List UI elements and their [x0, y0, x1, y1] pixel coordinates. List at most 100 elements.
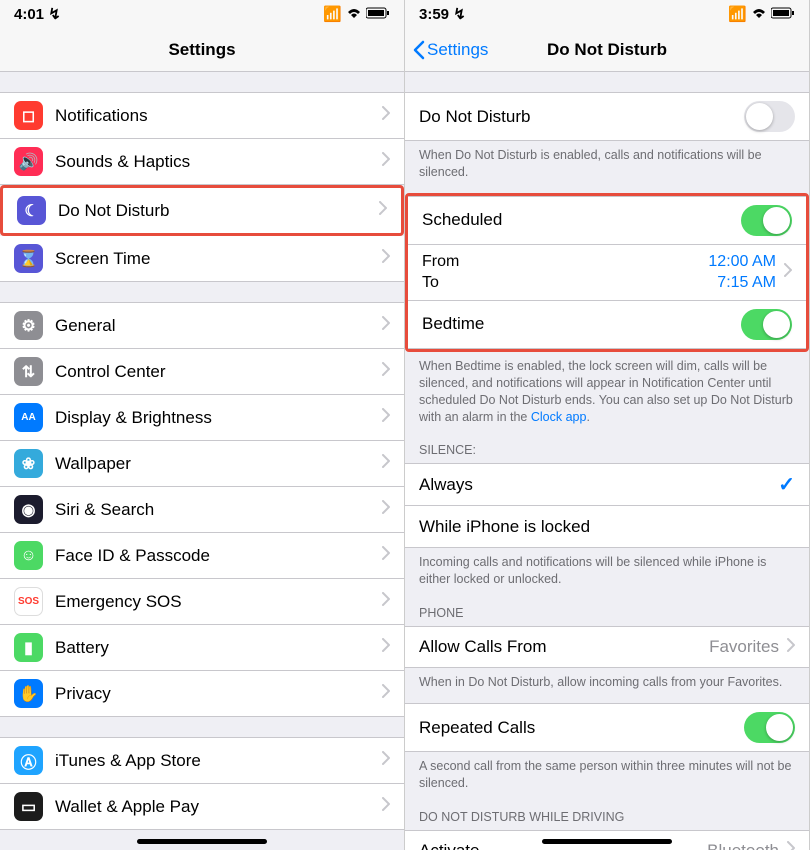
status-time: 4:01 ↯	[14, 5, 61, 23]
bedtime-footer: When Bedtime is enabled, the lock screen…	[405, 352, 809, 430]
settings-list[interactable]: ◻︎ Notifications 🔊Sounds & Haptics☾Do Not …	[0, 72, 404, 850]
page-title: Settings	[168, 40, 235, 60]
settings-row-notifications[interactable]: ◻︎ Notifications	[0, 92, 404, 139]
chevron-right-icon	[382, 454, 390, 473]
sos-icon: SOS	[14, 587, 43, 616]
repeated-footer: A second call from the same person withi…	[405, 752, 809, 796]
back-label: Settings	[427, 40, 488, 60]
home-indicator[interactable]	[542, 839, 672, 844]
chevron-right-icon	[382, 751, 390, 770]
settings-row-privacy[interactable]: ✋Privacy	[0, 671, 404, 717]
scheduled-label: Scheduled	[422, 210, 741, 230]
row-label: Face ID & Passcode	[55, 546, 382, 566]
to-label: To	[422, 272, 708, 294]
battery-icon: ▮	[14, 633, 43, 662]
navbar: Settings Do Not Disturb	[405, 28, 809, 72]
hourglass-icon: ⌛	[14, 244, 43, 273]
row-label: iTunes & App Store	[55, 751, 382, 771]
row-label: Wallet & Apple Pay	[55, 797, 382, 817]
notifications-icon: ◻︎	[14, 101, 43, 130]
phone-header: PHONE	[405, 592, 809, 626]
chevron-right-icon	[787, 638, 795, 657]
wifi-icon	[751, 6, 767, 23]
dnd-toggle[interactable]	[744, 101, 795, 132]
settings-row-do-not-disturb[interactable]: ☾Do Not Disturb	[0, 185, 404, 236]
from-value: 12:00 AM	[708, 251, 776, 273]
dnd-screen: 3:59 ↯ 📶 Settings Do Not Disturb Do Not …	[405, 0, 810, 850]
to-value: 7:15 AM	[708, 272, 776, 294]
faceid-icon: ☺︎	[14, 541, 43, 570]
silence-footer: Incoming calls and notifications will be…	[405, 548, 809, 592]
always-label: Always	[419, 475, 778, 495]
settings-row-siri-search[interactable]: ◉Siri & Search	[0, 487, 404, 533]
row-label: General	[55, 316, 382, 336]
status-indicators: 📶	[323, 5, 390, 23]
settings-row-sounds-haptics[interactable]: 🔊Sounds & Haptics	[0, 139, 404, 185]
settings-row-wallet-apple-pay[interactable]: ▭ Wallet & Apple Pay	[0, 784, 404, 830]
row-label: Emergency SOS	[55, 592, 382, 612]
schedule-time-row[interactable]: From To 12:00 AM 7:15 AM	[408, 245, 806, 301]
signal-icon: 📶	[728, 5, 747, 23]
settings-row-face-id-passcode[interactable]: ☺︎ Face ID & Passcode	[0, 533, 404, 579]
page-title: Do Not Disturb	[547, 40, 667, 60]
while-locked-label: While iPhone is locked	[419, 517, 795, 537]
settings-row-screen-time[interactable]: ⌛ Screen Time	[0, 236, 404, 282]
battery-icon	[366, 6, 390, 23]
silence-locked-row[interactable]: While iPhone is locked	[405, 506, 809, 548]
bedtime-row[interactable]: Bedtime	[408, 301, 806, 349]
row-label: Display & Brightness	[55, 408, 382, 428]
settings-row-wallpaper[interactable]: ❀ Wallpaper	[0, 441, 404, 487]
row-label: Notifications	[55, 106, 382, 126]
home-indicator[interactable]	[137, 839, 267, 844]
row-label: Do Not Disturb	[58, 201, 379, 221]
row-label: Battery	[55, 638, 382, 658]
wifi-icon	[346, 6, 362, 23]
settings-row-itunes-app-store[interactable]: ⒶiTunes & App Store	[0, 737, 404, 784]
scheduled-group: Scheduled From To 12:00 AM 7:15 AM Bedti…	[405, 193, 809, 352]
bedtime-toggle[interactable]	[741, 309, 792, 340]
scheduled-toggle[interactable]	[741, 205, 792, 236]
back-button[interactable]: Settings	[413, 40, 488, 60]
battery-icon	[771, 6, 795, 23]
dnd-toggle-row[interactable]: Do Not Disturb	[405, 92, 809, 141]
flower-icon: ❀	[14, 449, 43, 478]
sounds-icon: 🔊	[14, 147, 43, 176]
dnd-list[interactable]: Do Not Disturb When Do Not Disturb is en…	[405, 72, 809, 850]
chevron-right-icon	[382, 797, 390, 816]
scheduled-row[interactable]: Scheduled	[408, 196, 806, 245]
siri-icon: ◉	[14, 495, 43, 524]
settings-row-emergency-sos[interactable]: SOS Emergency SOS	[0, 579, 404, 625]
repeated-toggle[interactable]	[744, 712, 795, 743]
settings-row-general[interactable]: ⚙︎ General	[0, 302, 404, 349]
allow-calls-label: Allow Calls From	[419, 637, 709, 657]
gear-icon: ⚙︎	[14, 311, 43, 340]
chevron-right-icon	[382, 546, 390, 565]
settings-row-display-brightness[interactable]: AADisplay & Brightness	[0, 395, 404, 441]
settings-row-control-center[interactable]: ⇅ Control Center	[0, 349, 404, 395]
signal-icon: 📶	[323, 5, 342, 23]
chevron-right-icon	[382, 500, 390, 519]
row-label: Control Center	[55, 362, 382, 382]
bedtime-label: Bedtime	[422, 314, 741, 334]
repeated-calls-row[interactable]: Repeated Calls	[405, 703, 809, 752]
row-label: Wallpaper	[55, 454, 382, 474]
settings-row-battery[interactable]: ▮ Battery	[0, 625, 404, 671]
from-label: From	[422, 251, 708, 273]
hand-icon: ✋	[14, 679, 43, 708]
driving-header: DO NOT DISTURB WHILE DRIVING	[405, 796, 809, 830]
chevron-right-icon	[382, 106, 390, 125]
repeated-label: Repeated Calls	[419, 718, 744, 738]
chevron-right-icon	[382, 684, 390, 703]
row-label: Screen Time	[55, 249, 382, 269]
chevron-right-icon	[784, 263, 792, 282]
chevron-right-icon	[382, 408, 390, 427]
clock-app-link[interactable]: Clock app	[531, 410, 587, 424]
allow-calls-row[interactable]: Allow Calls From Favorites	[405, 626, 809, 668]
checkmark-icon: ✓	[778, 472, 795, 497]
chevron-right-icon	[382, 592, 390, 611]
silence-always-row[interactable]: Always ✓	[405, 463, 809, 506]
wallet-icon: ▭	[14, 792, 43, 821]
switches-icon: ⇅	[14, 357, 43, 386]
activate-value: Bluetooth	[707, 841, 779, 850]
status-bar: 4:01 ↯ 📶	[0, 0, 404, 28]
